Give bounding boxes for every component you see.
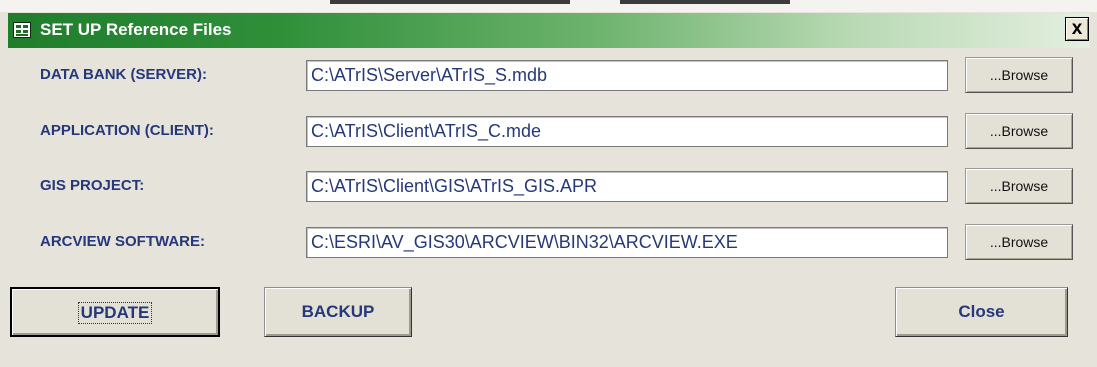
close-window-button[interactable]: x — [1065, 17, 1089, 41]
gis-project-browse-button[interactable]: ...Browse — [965, 168, 1073, 204]
application-path-field[interactable]: C:\ATrIS\Client\ATrIS_C.mde — [306, 116, 948, 147]
data-bank-browse-button[interactable]: ...Browse — [965, 57, 1073, 93]
window-title: SET UP Reference Files — [40, 20, 232, 39]
application-browse-button[interactable]: ...Browse — [965, 113, 1073, 149]
close-button[interactable]: Close — [895, 287, 1068, 337]
gis-project-label: GIS PROJECT: — [40, 177, 145, 194]
background-strip — [0, 0, 1097, 12]
setup-dialog: SET UP Reference Files x DATA BANK (SERV… — [0, 0, 1097, 367]
arcview-browse-button[interactable]: ...Browse — [965, 224, 1073, 260]
application-label: APPLICATION (CLIENT): — [40, 122, 214, 139]
gis-project-path-field[interactable]: C:\ATrIS\Client\GIS\ATrIS_GIS.APR — [306, 171, 948, 202]
update-button-label: UPDATE — [77, 302, 153, 324]
form-icon[interactable] — [13, 22, 31, 38]
title-bar[interactable]: SET UP Reference Files — [8, 13, 1090, 48]
background-edge — [620, 0, 790, 4]
data-bank-label: DATA BANK (SERVER): — [40, 66, 207, 83]
update-button[interactable]: UPDATE — [10, 287, 220, 337]
backup-button[interactable]: BACKUP — [264, 287, 412, 337]
data-bank-path-field[interactable]: C:\ATrIS\Server\ATrIS_S.mdb — [306, 60, 948, 91]
background-edge — [330, 0, 570, 4]
arcview-software-label: ARCVIEW SOFTWARE: — [40, 233, 205, 250]
arcview-path-field[interactable]: C:\ESRI\AV_GIS30\ARCVIEW\BIN32\ARCVIEW.E… — [306, 227, 948, 258]
